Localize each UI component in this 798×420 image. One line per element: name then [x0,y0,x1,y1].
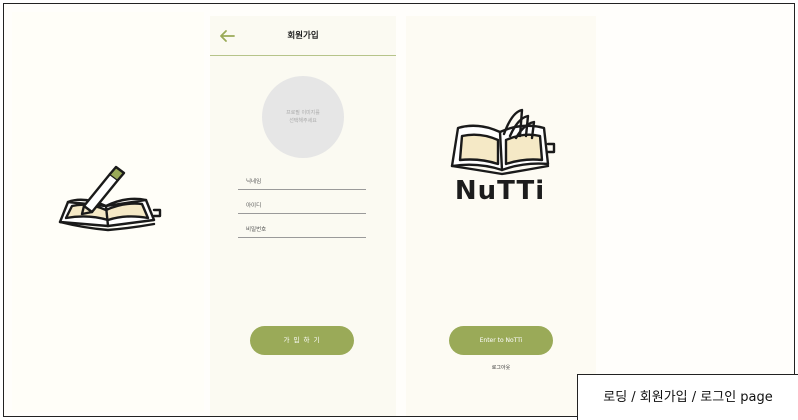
open-book-illustration [450,108,556,176]
enter-button[interactable]: Enter to NoTTi [449,326,553,355]
figure-frame: 회원가입 프로필 이미지를 선택해주세요 닉네임 아이디 비밀번호 가 입 하 … [3,3,798,420]
profile-image-picker[interactable]: 프로필 이미지를 선택해주세요 [262,76,344,158]
password-field[interactable]: 비밀번호 [238,224,366,238]
password-label: 비밀번호 [246,227,267,233]
id-field[interactable]: 아이디 [238,200,366,214]
profile-prompt-line2: 선택해주세요 [289,118,317,124]
signup-screen: 회원가입 프로필 이미지를 선택해주세요 닉네임 아이디 비밀번호 가 입 하 … [210,16,396,416]
logout-link[interactable]: 로그아웃 [406,364,596,371]
loading-screen [12,12,204,412]
book-pencil-illustration [58,165,162,232]
id-label: 아이디 [246,203,262,209]
app-logo: NuTTi [454,176,546,206]
signup-header: 회원가입 [210,16,396,56]
profile-prompt-line1: 프로필 이미지를 [286,110,320,116]
signup-title: 회원가입 [287,31,319,41]
figure-caption: 로딩 / 회원가입 / 로그인 page [577,374,798,420]
login-screen: NuTTi Enter to NoTTi 로그아웃 [406,16,596,416]
nickname-field[interactable]: 닉네임 [238,176,366,190]
join-button[interactable]: 가 입 하 기 [250,326,354,355]
nickname-label: 닉네임 [246,179,262,185]
